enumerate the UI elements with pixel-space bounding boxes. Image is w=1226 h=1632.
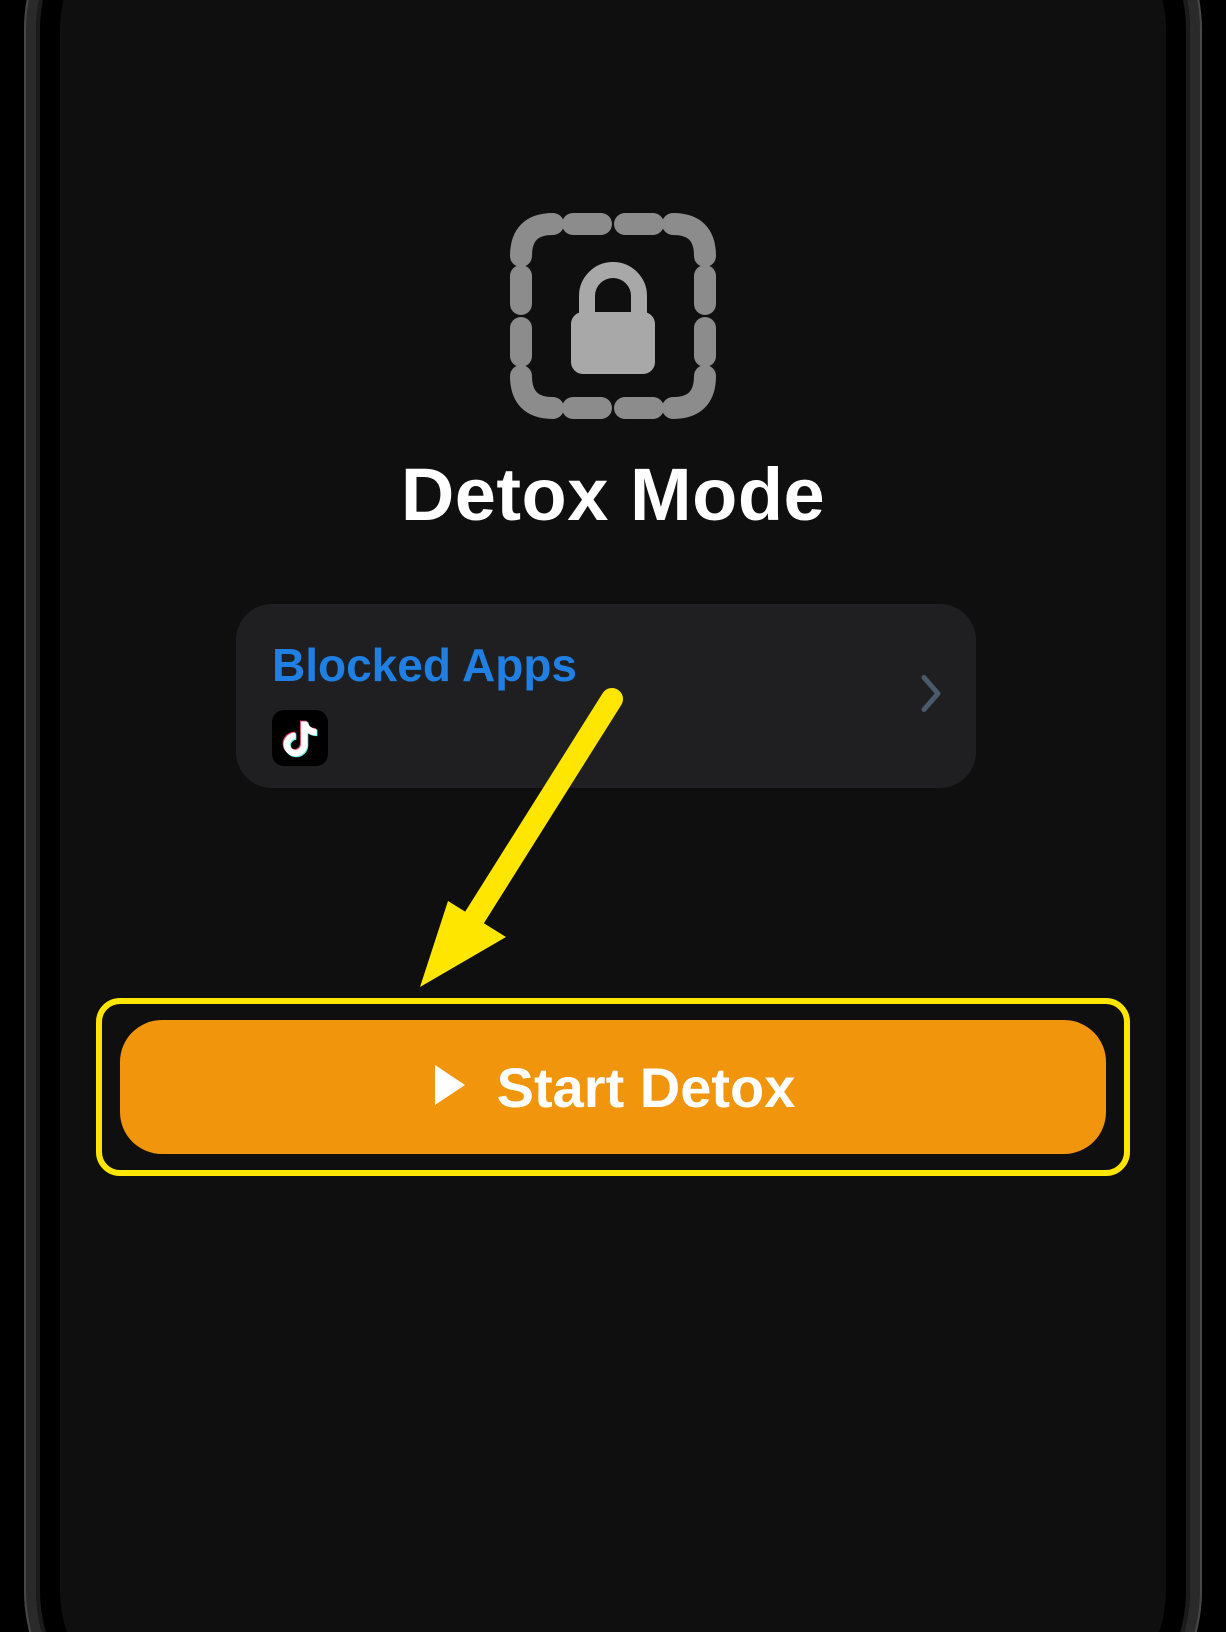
lock-in-frame-icon: [503, 206, 723, 431]
chevron-right-icon: [920, 674, 944, 719]
page-title: Detox Mode: [60, 452, 1166, 537]
start-detox-highlight: Start Detox: [96, 998, 1130, 1176]
blocked-apps-title: Blocked Apps: [272, 638, 577, 692]
tiktok-icon: [272, 710, 328, 766]
play-icon: [431, 1063, 469, 1112]
start-detox-button[interactable]: Start Detox: [120, 1020, 1106, 1154]
phone-screen: Detox Mode Blocked Apps: [60, 0, 1166, 1632]
start-detox-label: Start Detox: [497, 1055, 796, 1120]
blocked-apps-list: [272, 710, 328, 766]
phone-frame: Detox Mode Blocked Apps: [24, 0, 1202, 1632]
phone-inner-frame: Detox Mode Blocked Apps: [36, 0, 1190, 1632]
blocked-apps-card[interactable]: Blocked Apps: [236, 604, 976, 788]
